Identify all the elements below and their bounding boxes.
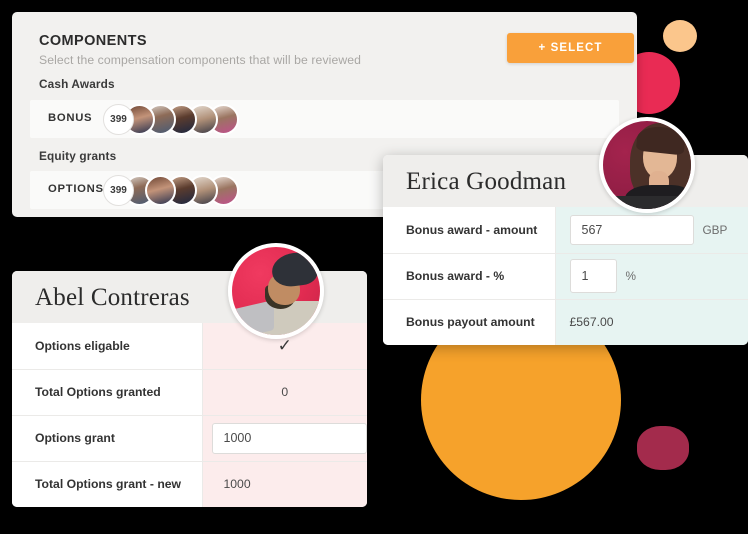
total-options-grant-new-value: 1000 (223, 477, 251, 492)
row-value: GBP (554, 207, 748, 254)
group-label-cash-awards: Cash Awards (39, 77, 115, 91)
row-label: Options eligable (12, 323, 202, 370)
table-row: Bonus award - amount GBP (383, 207, 748, 254)
table-row: Bonus award - % % (383, 253, 748, 300)
avatar-stack-count: 399 (103, 174, 134, 206)
row-label: Bonus award - amount (383, 207, 555, 254)
row-label: Bonus payout amount (383, 299, 555, 345)
avatar-stack-bonus[interactable]: 399 (103, 103, 239, 135)
table-row: Options grant (12, 415, 367, 462)
page-title: COMPONENTS (39, 33, 147, 49)
row-label: Bonus award - % (383, 253, 555, 300)
decorative-circle-peach (663, 20, 697, 52)
percent-unit: % (625, 269, 637, 283)
employee-card-erica-goodman: Erica Goodman Bonus award - amount GBP B… (383, 155, 748, 345)
check-icon: ✓ (277, 336, 292, 356)
row-value: 1000 (201, 461, 367, 507)
bonus-award-percent-input[interactable] (569, 259, 617, 293)
row-label: Options grant (12, 415, 202, 462)
avatar-abel-contreras (228, 243, 324, 339)
compensation-table: Bonus award - amount GBP Bonus award - %… (383, 207, 748, 345)
row-value: £567.00 (554, 299, 748, 345)
bonus-payout-amount-value: £567.00 (569, 315, 614, 330)
table-row: Total Options grant - new 1000 (12, 461, 367, 507)
avatar-stack-options[interactable]: 399 (103, 174, 239, 206)
select-button[interactable]: + SELECT (507, 33, 634, 63)
screenshot-canvas: COMPONENTS Select the compensation compo… (0, 0, 748, 534)
table-row: Total Options granted 0 (12, 369, 367, 416)
row-label: Total Options grant - new (12, 461, 202, 507)
component-row-bonus[interactable]: BONUS 399 (30, 100, 619, 138)
row-label: Total Options granted (12, 369, 202, 416)
component-row-label: BONUS (48, 112, 93, 124)
employee-name: Abel Contreras (35, 284, 190, 311)
row-value: 0 (201, 369, 367, 416)
avatar (145, 174, 176, 206)
group-label-equity-grants: Equity grants (39, 149, 117, 163)
component-row-label: OPTIONS (48, 183, 104, 195)
decorative-circle-maroon (637, 426, 689, 470)
options-grant-input[interactable] (211, 422, 367, 454)
row-value (201, 415, 367, 462)
panel-subtitle: Select the compensation components that … (39, 53, 361, 67)
currency-unit: GBP (702, 222, 728, 237)
avatar-stack-count: 399 (103, 103, 134, 135)
row-value: % (554, 253, 748, 300)
avatar-erica-goodman (599, 117, 695, 213)
options-table: Options eligable ✓ Total Options granted… (12, 323, 367, 507)
employee-name: Erica Goodman (406, 168, 567, 195)
bonus-award-amount-input[interactable] (569, 214, 694, 245)
table-row: Bonus payout amount £567.00 (383, 299, 748, 345)
